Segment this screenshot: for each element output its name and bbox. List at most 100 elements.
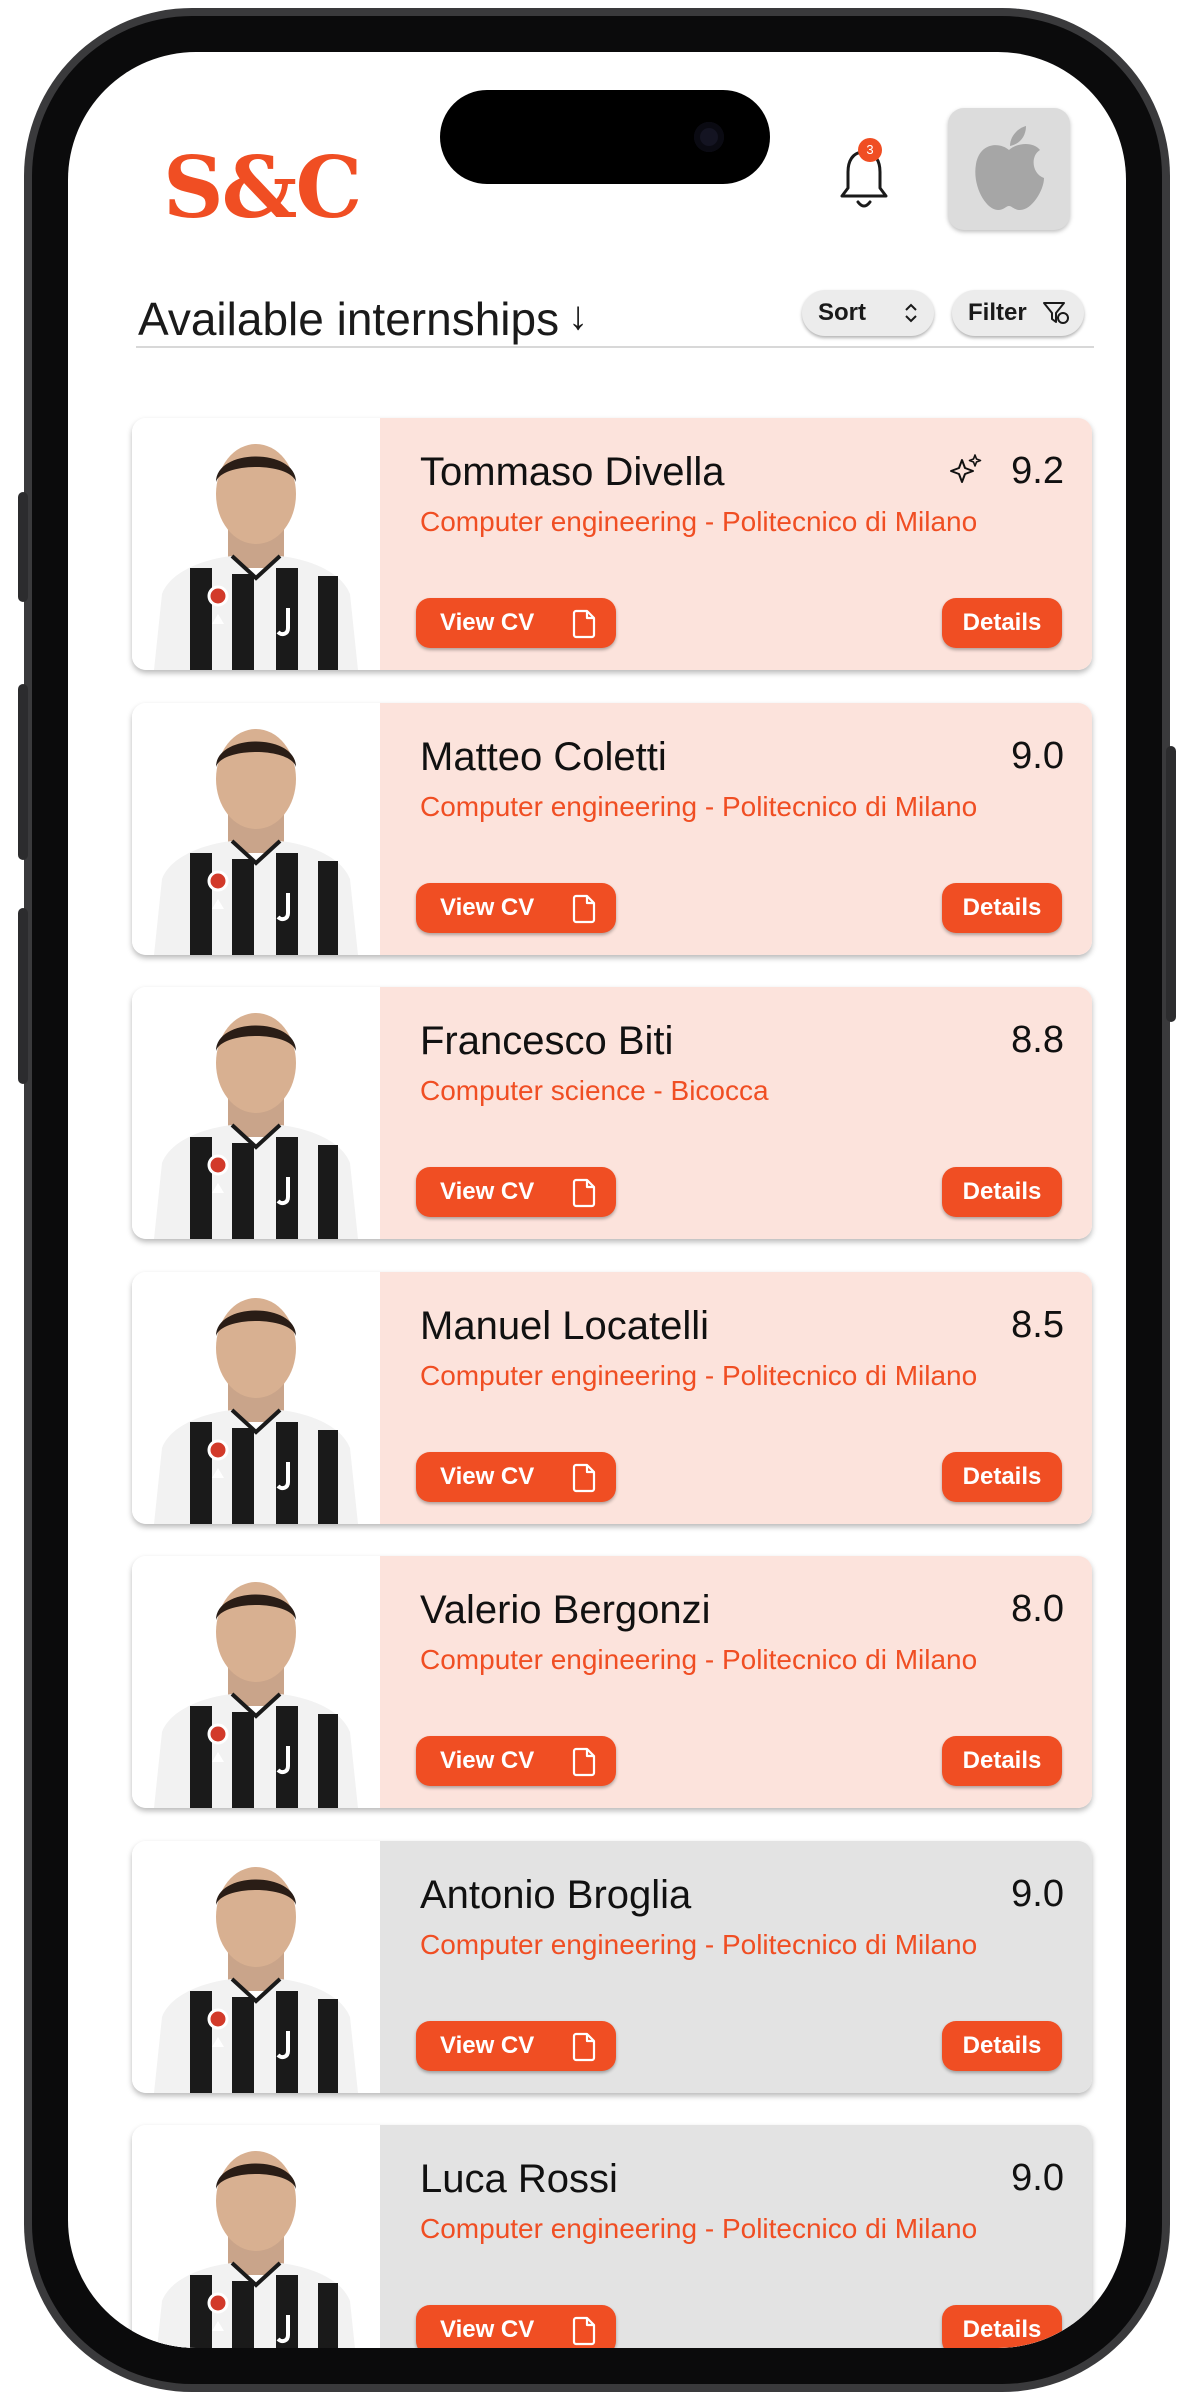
document-icon bbox=[572, 894, 596, 923]
filter-icon bbox=[1043, 302, 1069, 324]
apple-icon bbox=[975, 126, 1044, 210]
candidate-photo bbox=[132, 1840, 380, 2093]
camera-icon bbox=[694, 122, 724, 152]
filter-label: Filter bbox=[968, 299, 1027, 326]
notification-badge: 3 bbox=[858, 138, 882, 162]
details-label: Details bbox=[962, 1747, 1042, 1774]
candidate-school: Computer engineering - Politecnico di Mi… bbox=[420, 1359, 978, 1391]
view-cv-label: View CV bbox=[440, 1747, 535, 1774]
candidate-score: 8.0 bbox=[1011, 1588, 1064, 1630]
candidate-photo bbox=[132, 1271, 380, 1524]
view-cv-label: View CV bbox=[440, 2316, 535, 2343]
screen: S&C 3 Available internships ↓ Sort Filte… bbox=[68, 52, 1126, 2348]
player-photo bbox=[154, 1866, 358, 2093]
details-button[interactable]: Details bbox=[942, 598, 1062, 648]
details-label: Details bbox=[962, 2316, 1042, 2343]
details-button[interactable]: Details bbox=[942, 1167, 1062, 1217]
candidate-info: Matteo Coletti 9.0 Computer engineering … bbox=[380, 702, 1092, 955]
chevron-updown-icon bbox=[905, 303, 917, 323]
candidate-score: 8.5 bbox=[1011, 1303, 1064, 1346]
view-cv-button[interactable]: View CV bbox=[416, 2305, 616, 2348]
details-button[interactable]: Details bbox=[942, 2020, 1062, 2071]
view-cv-button[interactable]: View CV bbox=[416, 598, 616, 648]
view-cv-button[interactable]: View CV bbox=[416, 882, 616, 933]
details-label: Details bbox=[962, 1178, 1042, 1205]
candidate-score: 9.0 bbox=[1011, 2157, 1064, 2199]
document-icon bbox=[572, 1178, 596, 1208]
candidate-info: Tommaso Divella 9.2 Computer engineering… bbox=[380, 418, 1092, 670]
candidate-school: Computer engineering - Politecnico di Mi… bbox=[420, 1928, 978, 1960]
candidate-info: Manuel Locatelli 8.5 Computer engineerin… bbox=[380, 1271, 1092, 1524]
candidate-score: 8.8 bbox=[1011, 1019, 1064, 1061]
view-cv-label: View CV bbox=[440, 1178, 535, 1205]
player-photo bbox=[154, 444, 358, 670]
candidate-photo bbox=[132, 418, 380, 670]
view-cv-button[interactable]: View CV bbox=[416, 1736, 616, 1786]
details-button[interactable]: Details bbox=[942, 2305, 1062, 2348]
candidate-school: Computer engineering - Politecnico di Mi… bbox=[420, 2213, 978, 2244]
details-label: Details bbox=[962, 893, 1042, 921]
details-button[interactable]: Details bbox=[942, 1451, 1062, 1502]
candidate-school: Computer engineering - Politecnico di Mi… bbox=[420, 1644, 978, 1675]
candidate-photo bbox=[132, 987, 380, 1239]
candidate-name: Luca Rossi bbox=[420, 2157, 618, 2201]
details-label: Details bbox=[962, 2031, 1042, 2059]
candidate-card[interactable]: Matteo Coletti 9.0 Computer engineering … bbox=[132, 702, 1092, 955]
candidate-school: Computer engineering - Politecnico di Mi… bbox=[420, 790, 978, 822]
candidate-school: Computer engineering - Politecnico di Mi… bbox=[420, 506, 978, 537]
document-icon bbox=[572, 609, 596, 639]
candidate-score: 9.0 bbox=[1011, 734, 1064, 777]
details-label: Details bbox=[962, 1462, 1042, 1490]
volume-down-button bbox=[18, 908, 28, 1084]
details-button[interactable]: Details bbox=[942, 882, 1062, 933]
sort-direction-icon[interactable]: ↓ bbox=[568, 294, 588, 339]
view-cv-label: View CV bbox=[440, 1462, 535, 1490]
candidate-info: Luca Rossi 9.0 Computer engineering - Po… bbox=[380, 2125, 1092, 2348]
player-photo bbox=[154, 1297, 358, 1524]
view-cv-button[interactable]: View CV bbox=[416, 1451, 616, 1502]
header-divider bbox=[136, 346, 1094, 348]
page-title: Available internships bbox=[138, 293, 560, 345]
player-photo bbox=[154, 728, 358, 955]
view-cv-button[interactable]: View CV bbox=[416, 1167, 616, 1217]
view-cv-label: View CV bbox=[440, 2031, 535, 2059]
details-label: Details bbox=[962, 609, 1042, 636]
bezel: S&C 3 Available internships ↓ Sort Filte… bbox=[32, 16, 1162, 2384]
volume-up-button bbox=[18, 684, 28, 860]
player-photo bbox=[154, 1582, 358, 1808]
candidate-name: Tommaso Divella bbox=[420, 450, 725, 494]
candidate-card[interactable]: Antonio Broglia 9.0 Computer engineering… bbox=[132, 1840, 1092, 2093]
document-icon bbox=[572, 2316, 596, 2346]
candidate-school: Computer science - Bicocca bbox=[420, 1075, 769, 1106]
app-logo[interactable]: S&C bbox=[163, 138, 362, 237]
candidate-photo bbox=[132, 702, 380, 955]
phone-frame: S&C 3 Available internships ↓ Sort Filte… bbox=[18, 8, 1176, 2392]
candidate-score: 9.2 bbox=[1011, 450, 1064, 492]
candidate-info: Antonio Broglia 9.0 Computer engineering… bbox=[380, 1840, 1092, 2093]
candidate-card[interactable]: Tommaso Divella 9.2 Computer engineering… bbox=[132, 418, 1092, 670]
power-button bbox=[1166, 746, 1176, 1022]
profile-avatar[interactable] bbox=[948, 108, 1070, 230]
player-photo bbox=[154, 1013, 358, 1239]
document-icon bbox=[572, 2032, 596, 2061]
filter-button[interactable]: Filter bbox=[952, 290, 1084, 336]
document-icon bbox=[572, 1747, 596, 1777]
candidate-photo bbox=[132, 2125, 380, 2348]
view-cv-label: View CV bbox=[440, 609, 535, 636]
candidate-card[interactable]: Francesco Biti 8.8 Computer science - Bi… bbox=[132, 987, 1092, 1239]
details-button[interactable]: Details bbox=[942, 1736, 1062, 1786]
candidate-card[interactable]: Valerio Bergonzi 8.0 Computer engineerin… bbox=[132, 1556, 1092, 1808]
document-icon bbox=[572, 1463, 596, 1492]
view-cv-button[interactable]: View CV bbox=[416, 2020, 616, 2071]
candidate-name: Matteo Coletti bbox=[420, 734, 667, 779]
view-cv-label: View CV bbox=[440, 893, 535, 921]
candidate-photo bbox=[132, 1556, 380, 1808]
candidate-card[interactable]: Luca Rossi 9.0 Computer engineering - Po… bbox=[132, 2125, 1092, 2348]
candidate-card[interactable]: Manuel Locatelli 8.5 Computer engineerin… bbox=[132, 1271, 1092, 1524]
candidate-name: Antonio Broglia bbox=[420, 1872, 692, 1917]
sparkle-icon bbox=[950, 454, 982, 483]
sort-button[interactable]: Sort bbox=[802, 290, 934, 336]
candidate-info: Francesco Biti 8.8 Computer science - Bi… bbox=[380, 987, 1092, 1239]
candidate-score: 9.0 bbox=[1011, 1872, 1064, 1915]
candidate-name: Manuel Locatelli bbox=[420, 1303, 710, 1348]
